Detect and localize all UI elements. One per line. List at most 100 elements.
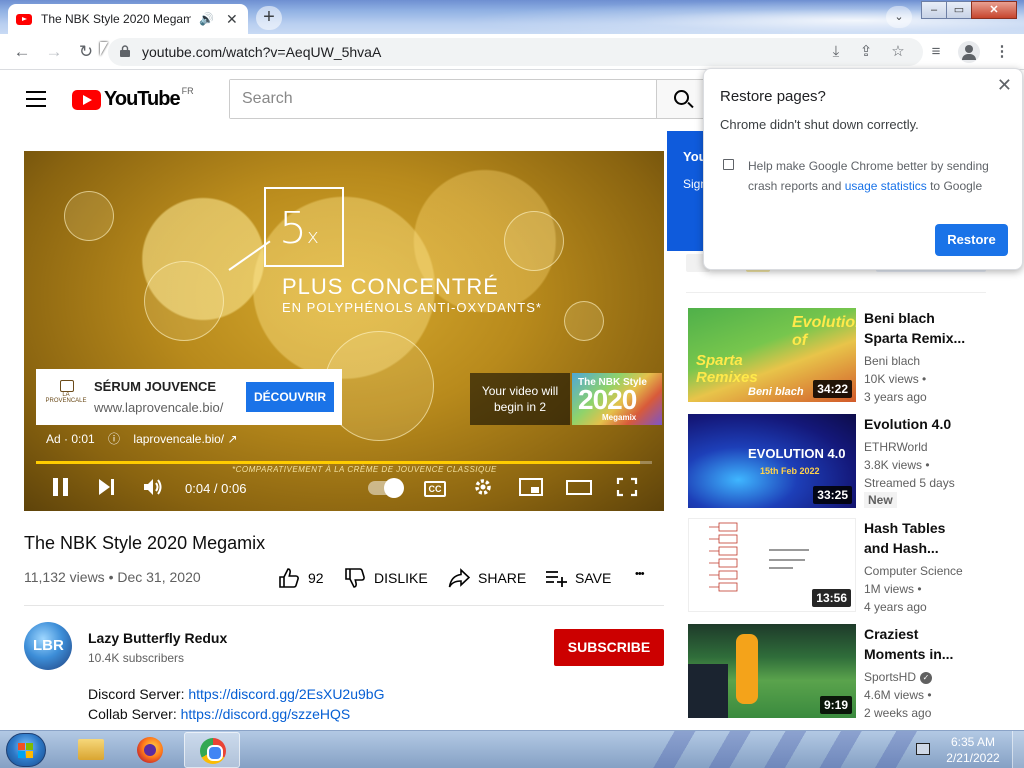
bubble-decoration [64, 191, 114, 241]
tab-audio-icon[interactable]: 🔊 [199, 12, 214, 26]
miniplayer-icon[interactable] [518, 477, 544, 501]
taskbar-explorer[interactable] [62, 732, 118, 768]
taskbar-chrome[interactable] [184, 732, 240, 768]
captions-button[interactable]: CC [424, 481, 446, 497]
tab-close-icon[interactable]: ✕ [226, 11, 238, 28]
hamburger-menu-icon[interactable] [26, 91, 46, 107]
restore-button[interactable]: Restore [935, 224, 1008, 256]
recommendation-title[interactable]: Hash Tables and Hash... [864, 518, 974, 558]
recommendation-item[interactable]: EVOLUTION 4.0 15th Feb 2022 33:25 Evolut… [688, 414, 1008, 508]
taskbar-firefox[interactable] [122, 732, 178, 768]
fullscreen-icon[interactable] [614, 477, 640, 501]
help-text-suffix: to Google [926, 179, 983, 193]
save-button[interactable]: SAVE [545, 568, 611, 588]
more-actions-icon[interactable]: ••• [635, 568, 645, 580]
youtube-wordmark: YouTube [104, 88, 181, 110]
youtube-logo[interactable]: YouTube FR [72, 85, 194, 111]
profile-avatar-icon[interactable] [958, 41, 980, 63]
country-code: FR [181, 85, 194, 96]
ad-cta-button[interactable]: DÉCOUVRIR [246, 382, 334, 412]
autoplay-toggle[interactable] [368, 478, 404, 498]
channel-avatar-text: LBR [33, 637, 64, 654]
video-thumbnail[interactable]: 9:19 [688, 624, 856, 718]
recommendation-channel[interactable]: ETHRWorld [864, 440, 928, 454]
recommendation-channel-row[interactable]: SportsHD ✓ [864, 670, 933, 684]
ad-info-icon[interactable]: ⓘ [108, 432, 120, 446]
video-thumbnail[interactable]: EVOLUTION 4.0 15th Feb 2022 33:25 [688, 414, 856, 508]
recommendation-item[interactable]: 9:19 Craziest Moments in... SportsHD ✓ 4.… [688, 624, 1008, 720]
system-clock[interactable]: 6:35 AM 2/21/2022 [940, 734, 1006, 766]
recommendation-item[interactable]: 13:56 Hash Tables and Hash... Computer S… [688, 518, 1008, 614]
recommendation-item[interactable]: Evolution of Sparta Remixes Beni blach 3… [688, 308, 1008, 404]
forward-arrow-icon[interactable]: → [44, 42, 64, 62]
share-button[interactable]: SHARE [448, 568, 526, 588]
video-thumbnail[interactable]: Evolution of Sparta Remixes Beni blach 3… [688, 308, 856, 402]
new-tab-button[interactable]: + [256, 6, 282, 30]
collab-link[interactable]: https://discord.gg/szzeHQS [181, 706, 351, 722]
channel-avatar[interactable]: LBR [24, 622, 72, 670]
install-app-icon[interactable]: ⤓ [826, 42, 846, 62]
ad-domain-link[interactable]: laprovencale.bio/ ↗ [133, 432, 237, 446]
chrome-menu-icon[interactable]: ⋮ [992, 42, 1012, 62]
crowd-shadow [688, 664, 728, 718]
show-desktop-button[interactable] [1012, 731, 1024, 768]
recommendation-title[interactable]: Beni blach Sparta Remix... [864, 308, 974, 348]
recommendation-age: Streamed 5 days [864, 476, 955, 490]
browser-tab-active[interactable]: The NBK Style 2020 Megamix 🔊 ✕ [8, 4, 248, 34]
recommendation-channel[interactable]: SportsHD [864, 670, 916, 684]
minimize-button[interactable]: – [921, 1, 947, 19]
thumb-caption: Evolution of [792, 314, 856, 349]
search-button[interactable] [656, 79, 706, 119]
channel-name[interactable]: Lazy Butterfly Redux [88, 630, 227, 646]
volume-icon[interactable] [140, 477, 166, 501]
description-line: Collab Server: https://discord.gg/szzeHQ… [88, 706, 350, 722]
crash-report-checkbox[interactable] [723, 159, 734, 170]
recommendation-title[interactable]: Craziest Moments in... [864, 624, 974, 664]
maximize-button[interactable]: ▭ [946, 1, 972, 19]
video-title: The NBK Style 2020 Megamix [24, 533, 266, 553]
ad-label: Ad · 0:01 [46, 432, 95, 446]
tab-search-button[interactable]: ⌄ [886, 6, 912, 28]
search-input[interactable] [230, 80, 657, 118]
progress-bar[interactable] [36, 461, 652, 464]
reload-icon[interactable]: ↻ [76, 42, 96, 62]
usage-statistics-link[interactable]: usage statistics [845, 179, 927, 193]
chrome-icon [200, 738, 226, 764]
address-bar[interactable]: youtube.com/watch?v=AeqUW_5hvaA [108, 38, 923, 66]
bookmark-star-icon[interactable]: ☆ [888, 42, 908, 62]
dialog-message: Chrome didn't shut down correctly. [720, 117, 919, 132]
verified-check-icon: ✓ [920, 671, 933, 684]
pause-icon[interactable] [48, 477, 74, 501]
window-controls: – ▭ ✕ [921, 1, 1017, 19]
video-thumbnail[interactable]: 13:56 [688, 518, 856, 612]
bubble-decoration [564, 301, 604, 341]
like-button[interactable]: 92 [278, 568, 324, 588]
network-tray-icon[interactable] [916, 743, 930, 755]
recommendation-age: 4 years ago [864, 600, 927, 614]
recommendation-channel[interactable]: Computer Science [864, 564, 963, 578]
recommendation-channel[interactable]: Beni blach [864, 354, 920, 368]
dialog-close-icon[interactable]: ✕ [997, 75, 1012, 96]
dislike-button[interactable]: DISLIKE [344, 568, 428, 588]
back-arrow-icon[interactable]: ← [12, 42, 32, 62]
advertiser-logo: LA PROVENCALE [42, 378, 90, 416]
video-player[interactable]: 5x PLUS CONCENTRÉ EN POLYPHÉNOLS ANTI-OX… [24, 151, 664, 511]
time-display: 0:04 / 0:06 [185, 481, 247, 496]
subscribe-button[interactable]: SUBSCRIBE [554, 629, 664, 666]
next-icon[interactable] [94, 477, 120, 501]
share-icon[interactable]: ⇪ [856, 42, 876, 62]
media-control-icon[interactable]: ≡ [926, 42, 946, 62]
ad-card[interactable]: LA PROVENCALE SÉRUM JOUVENCE www.laprove… [36, 369, 342, 425]
upcoming-thumb-subtitle: Megamix [602, 413, 637, 422]
tab-title: The NBK Style 2020 Megamix [41, 12, 191, 26]
upcoming-video-thumbnail[interactable]: The NBK Style 2020 Megamix [572, 373, 662, 425]
theater-mode-icon[interactable] [566, 477, 592, 501]
window-close-button[interactable]: ✕ [971, 1, 1017, 19]
clock-date: 2/21/2022 [946, 751, 1000, 765]
settings-gear-icon[interactable] [470, 477, 496, 501]
discord-link[interactable]: https://discord.gg/2EsXU2u9bG [188, 686, 384, 702]
thumb-caption: Beni blach [748, 386, 804, 398]
recommendation-title[interactable]: Evolution 4.0 [864, 414, 974, 434]
browser-titlebar: The NBK Style 2020 Megamix 🔊 ✕ + ⌄ – ▭ ✕ [0, 0, 1024, 34]
start-button[interactable] [6, 733, 46, 767]
